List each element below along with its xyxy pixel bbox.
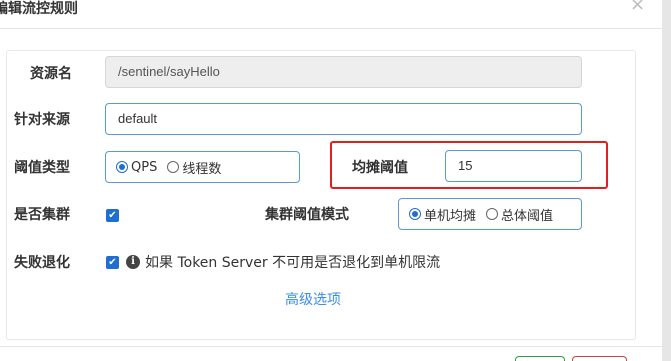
threshold-input[interactable]: 15 [445,150,582,182]
cluster-checkbox[interactable]: ✔ [106,209,119,222]
info-icon: i [126,255,140,269]
cluster-mode-global-label: 总体阈值 [501,208,554,224]
radio-unchecked-icon[interactable] [167,161,180,173]
threshold-type-label: 阈值类型 [14,160,70,176]
radio-checked-icon[interactable] [409,208,421,220]
fallback-label: 失败退化 [14,255,70,271]
cancel-button[interactable] [572,356,627,361]
cluster-mode-avg[interactable]: 单机均摊 [409,205,476,224]
cluster-label: 是否集群 [14,207,70,223]
origin-label: 针对来源 [14,112,70,128]
threshold-label: 均摊阈值 [352,160,408,176]
save-button[interactable] [515,356,565,361]
threshold-type-threads[interactable]: 线程数 [167,158,221,177]
radio-checked-icon[interactable] [116,161,128,173]
threshold-type-threads-label: 线程数 [182,161,222,177]
threshold-type-qps-label: QPS [131,159,158,175]
origin-input[interactable]: default [105,103,582,135]
threshold-type-qps[interactable]: QPS [116,160,157,175]
dialog-title: 编辑流控规则 [0,1,78,17]
radio-unchecked-icon[interactable] [486,208,499,220]
resource-input: /sentinel/sayHello [105,56,582,88]
dialog-edge-shadow [662,0,671,361]
cluster-mode-group: 单机均摊 总体阈值 [398,198,582,230]
close-icon[interactable]: × [630,0,645,14]
fallback-checkbox[interactable]: ✔ [106,256,119,269]
threshold-type-group: QPS 线程数 [105,151,300,183]
cluster-mode-label: 集群阈值模式 [265,207,349,223]
footer-divider [0,346,671,347]
resource-label: 资源名 [30,66,72,82]
cluster-mode-global[interactable]: 总体阈值 [486,205,553,224]
cluster-mode-avg-label: 单机均摊 [424,208,477,224]
fallback-description: 如果 Token Server 不可用是否退化到单机限流 [145,255,441,271]
header-divider [0,28,671,29]
advanced-options-link[interactable]: 高级选项 [285,291,341,309]
